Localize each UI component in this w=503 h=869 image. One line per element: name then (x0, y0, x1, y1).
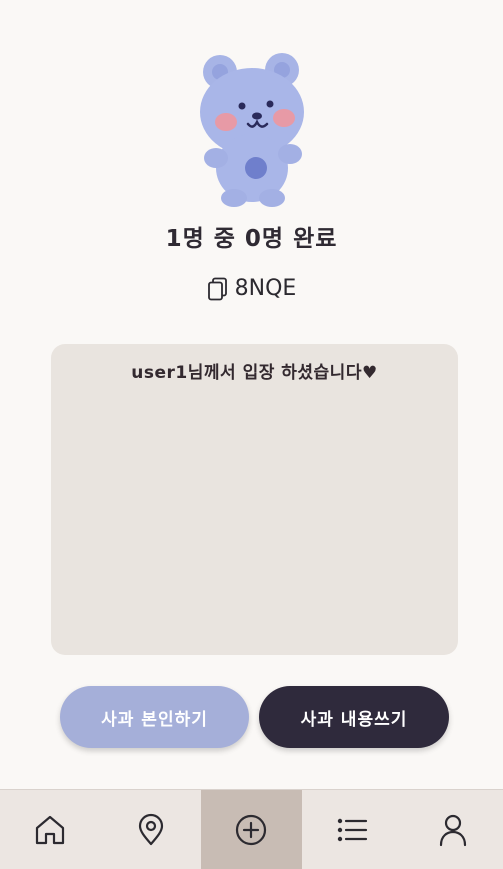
room-code-text: 8NQE (234, 276, 297, 301)
list-icon (337, 818, 368, 841)
nav-list[interactable] (302, 790, 403, 869)
map-pin-icon (138, 813, 163, 845)
chat-message: user1님께서 입장 하셨습니다♥ (131, 363, 378, 383)
plus-circle-icon (236, 814, 267, 845)
bear-mascot-illustration (200, 53, 304, 207)
bottom-navigation (0, 789, 503, 869)
room-code-row[interactable]: 8NQE (0, 276, 503, 301)
nav-map[interactable] (101, 790, 202, 869)
nav-home[interactable] (0, 790, 101, 869)
chat-log-box: user1님께서 입장 하셨습니다♥ (51, 344, 458, 655)
copy-icon (207, 277, 227, 300)
nav-profile[interactable] (402, 790, 503, 869)
confirm-apology-button[interactable]: 사과 본인하기 (60, 686, 249, 748)
nav-create[interactable] (201, 790, 302, 869)
completion-progress-text: 1명 중 0명 완료 (165, 226, 338, 252)
user-icon (439, 814, 466, 846)
home-icon (36, 815, 65, 844)
write-apology-button[interactable]: 사과 내용쓰기 (259, 686, 449, 748)
